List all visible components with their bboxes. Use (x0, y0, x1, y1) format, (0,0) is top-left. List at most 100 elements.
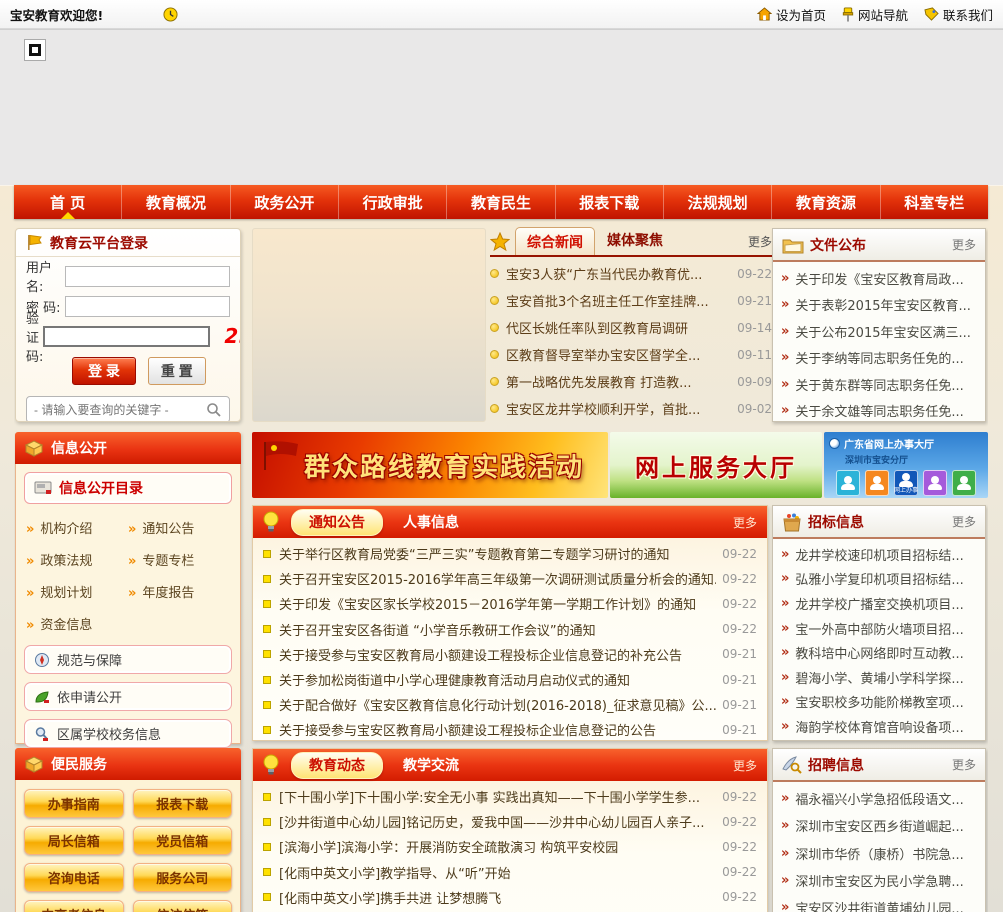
news-item[interactable]: 宝安区龙井学校顺利开学，首批... 09-02 (490, 395, 772, 422)
service-button[interactable]: 局长信箱 (24, 826, 124, 855)
info-directory-button[interactable]: 信息公开目录 (24, 472, 232, 504)
info-link[interactable]: 通知公告 (128, 518, 230, 537)
news-item[interactable]: 宝安3人获“广东当代民办教育优... 09-22 (490, 260, 772, 287)
edu-more-link[interactable]: 更多 (733, 757, 757, 774)
gd-app-tile[interactable] (836, 470, 860, 496)
tab-personnel[interactable]: 人事信息 (403, 512, 459, 532)
document-item[interactable]: 关于黄东群等同志职务任免... (781, 371, 977, 398)
notice-item[interactable]: 关于召开宝安区各街道 “小学音乐教研工作会议”的通知 09-22 (263, 617, 757, 642)
nav-item[interactable]: 行政审批 (339, 185, 448, 219)
edu-item[interactable]: [化雨中英文小学]教学指导、从“听”开始 09-22 (263, 860, 757, 885)
service-button[interactable]: 服务公司 (132, 863, 232, 892)
jobs-more-link[interactable]: 更多 (952, 756, 976, 773)
news-item[interactable]: 宝安首批3个名班主任工作室挂牌... 09-21 (490, 287, 772, 314)
edu-item[interactable]: [下十围小学]下十围小学:安全无小事 实践出真知——下十围小学学生参... 09… (263, 784, 757, 809)
nav-item[interactable]: 教育资源 (772, 185, 881, 219)
document-item[interactable]: 关于印发《宝安区教育局政... (781, 265, 977, 292)
tender-item[interactable]: 弘雅小学复印机项目招标结... (781, 567, 977, 592)
login-button[interactable]: 登 录 (72, 357, 136, 385)
news-more-link[interactable]: 更多 (748, 233, 772, 255)
notice-item[interactable]: 关于印发《宝安区家长学校2015－2016学年第一学期工作计划》的通知 09-2… (263, 591, 757, 616)
notice-item[interactable]: 关于配合做好《宝安区教育信息化行动计划(2016-2018)_征求意见稿》公..… (263, 692, 757, 717)
captcha-field[interactable] (43, 325, 211, 347)
password-field[interactable] (65, 295, 230, 317)
news-item[interactable]: 第一战略优先发展教育 打造教... 09-09 (490, 368, 772, 395)
info-link[interactable]: 年度报告 (128, 582, 230, 601)
info-link[interactable]: 专题专栏 (128, 550, 230, 569)
service-button[interactable]: 办事指南 (24, 789, 124, 818)
tender-item[interactable]: 宝安职校多功能阶梯教室项... (781, 690, 977, 715)
nav-item[interactable]: 报表下载 (556, 185, 664, 219)
documents-more-link[interactable]: 更多 (952, 236, 976, 253)
job-item[interactable]: 深圳市华侨（康桥）书院急... (781, 840, 977, 867)
notices-more-link[interactable]: 更多 (733, 514, 757, 531)
username-field[interactable] (65, 265, 230, 287)
tab-notices[interactable]: 通知公告 (291, 508, 383, 536)
search-icon[interactable] (206, 402, 222, 418)
tender-item[interactable]: 教科培中心网络即时互动教... (781, 640, 977, 665)
info-link[interactable]: 规划计划 (26, 582, 128, 601)
slideshow-placeholder (252, 228, 486, 422)
gd-app-tile[interactable]: 网上办事 (894, 470, 918, 496)
gd-online-hall-banner[interactable]: 广东省网上办事大厅 深圳市宝安分厅 网上办事 (824, 432, 988, 498)
service-button[interactable]: 信访信箱 (132, 900, 232, 912)
service-hall-banner[interactable]: 网上服务大厅 (610, 432, 822, 498)
site-nav-link[interactable]: 网站导航 (842, 5, 908, 24)
info-link[interactable]: 机构介绍 (26, 518, 128, 537)
norms-guarantee-button[interactable]: 规范与保障 (24, 645, 232, 674)
tender-item[interactable]: 碧海小学、黄埔小学科学探... (781, 665, 977, 690)
tender-item[interactable]: 海韵学校体育馆音响设备项... (781, 714, 977, 739)
news-item[interactable]: 区教育督导室举办宝安区督学全... 09-11 (490, 341, 772, 368)
tab-media-focus[interactable]: 媒体聚焦 (595, 226, 675, 255)
search-input[interactable] (34, 402, 206, 417)
info-link[interactable]: 政策法规 (26, 550, 128, 569)
notice-item[interactable]: 关于接受参与宝安区教育局小额建设工程投标企业信息登记的公告 09-21 (263, 717, 757, 740)
nav-item[interactable]: 法规规划 (664, 185, 773, 219)
gd-app-tile[interactable] (923, 470, 947, 496)
document-item[interactable]: 关于余文雄等同志职务任免... (781, 398, 977, 422)
reset-button[interactable]: 重 置 (147, 357, 206, 385)
notice-item[interactable]: 关于举行区教育局党委“三严三实”专题教育第二专题学习研讨的通知 09-22 (263, 541, 757, 566)
tender-item[interactable]: 龙井学校广播室交换机项目... (781, 591, 977, 616)
site-search (26, 396, 230, 421)
edu-item[interactable]: [沙井街道中心幼儿园]铭记历史，爱我中国——沙井中心幼儿园百人亲子... 09-… (263, 809, 757, 834)
service-button[interactable]: 报表下载 (132, 789, 232, 818)
apply-disclosure-button[interactable]: 依申请公开 (24, 682, 232, 711)
job-item[interactable]: 深圳市宝安区西乡街道崛起... (781, 812, 977, 839)
document-item[interactable]: 关于表彰2015年宝安区教育... (781, 292, 977, 319)
nav-item[interactable]: 首 页 (14, 185, 123, 219)
tab-teaching-exchange[interactable]: 教学交流 (403, 755, 459, 775)
contact-link[interactable]: 联系我们 (924, 5, 993, 24)
edu-item[interactable]: [滨海小学]滨海小学：开展消防安全疏散演习 构筑平安校园 09-22 (263, 834, 757, 859)
notice-item[interactable]: 关于接受参与宝安区教育局小额建设工程投标企业信息登记的补充公告 09-21 (263, 642, 757, 667)
notice-item[interactable]: 关于召开宝安区2015-2016学年高三年级第一次调研测试质量分析会的通知...… (263, 566, 757, 591)
job-item[interactable]: 福永福兴小学急招低段语文... (781, 785, 977, 812)
nav-item[interactable]: 科室专栏 (881, 185, 988, 219)
tender-item[interactable]: 龙井学校速印机项目招标结... (781, 542, 977, 567)
service-button[interactable]: 咨询电话 (24, 863, 124, 892)
service-button[interactable]: 中高考信息 (24, 900, 124, 912)
edu-item[interactable]: [化雨中英文小学]携手共进 让梦想腾飞 09-22 (263, 885, 757, 910)
gd-app-tile[interactable] (865, 470, 889, 496)
news-item[interactable]: 代区长姚任率队到区教育局调研 09-14 (490, 314, 772, 341)
campaign-banner[interactable]: 群众路线教育实践活动 (252, 432, 608, 498)
bullet-dot-icon (490, 377, 499, 386)
tab-general-news[interactable]: 综合新闻 (515, 227, 595, 255)
gd-app-tile[interactable] (952, 470, 976, 496)
school-affairs-button[interactable]: 区属学校校务信息 (24, 719, 232, 748)
bullet-dot-icon (490, 350, 499, 359)
nav-item[interactable]: 政务公开 (231, 185, 339, 219)
job-item[interactable]: 宝安区沙井街道黄埔幼儿园... (781, 894, 977, 912)
document-item[interactable]: 关于李纳等同志职务任免的... (781, 345, 977, 372)
tenders-more-link[interactable]: 更多 (952, 513, 976, 530)
notice-item[interactable]: 关于参加松岗街道中小学心理健康教育活动月启动仪式的通知 09-21 (263, 667, 757, 692)
nav-item[interactable]: 教育概况 (122, 185, 231, 219)
service-button[interactable]: 党员信箱 (132, 826, 232, 855)
set-home-link[interactable]: 设为首页 (756, 5, 826, 24)
info-link[interactable]: 资金信息 (26, 614, 128, 633)
nav-item[interactable]: 教育民生 (447, 185, 556, 219)
job-item[interactable]: 深圳市宝安区为民小学急聘... (781, 867, 977, 894)
tab-edu-news[interactable]: 教育动态 (291, 751, 383, 779)
tender-item[interactable]: 宝一外高中部防火墙项目招... (781, 616, 977, 641)
document-item[interactable]: 关于公布2015年宝安区满三... (781, 318, 977, 345)
